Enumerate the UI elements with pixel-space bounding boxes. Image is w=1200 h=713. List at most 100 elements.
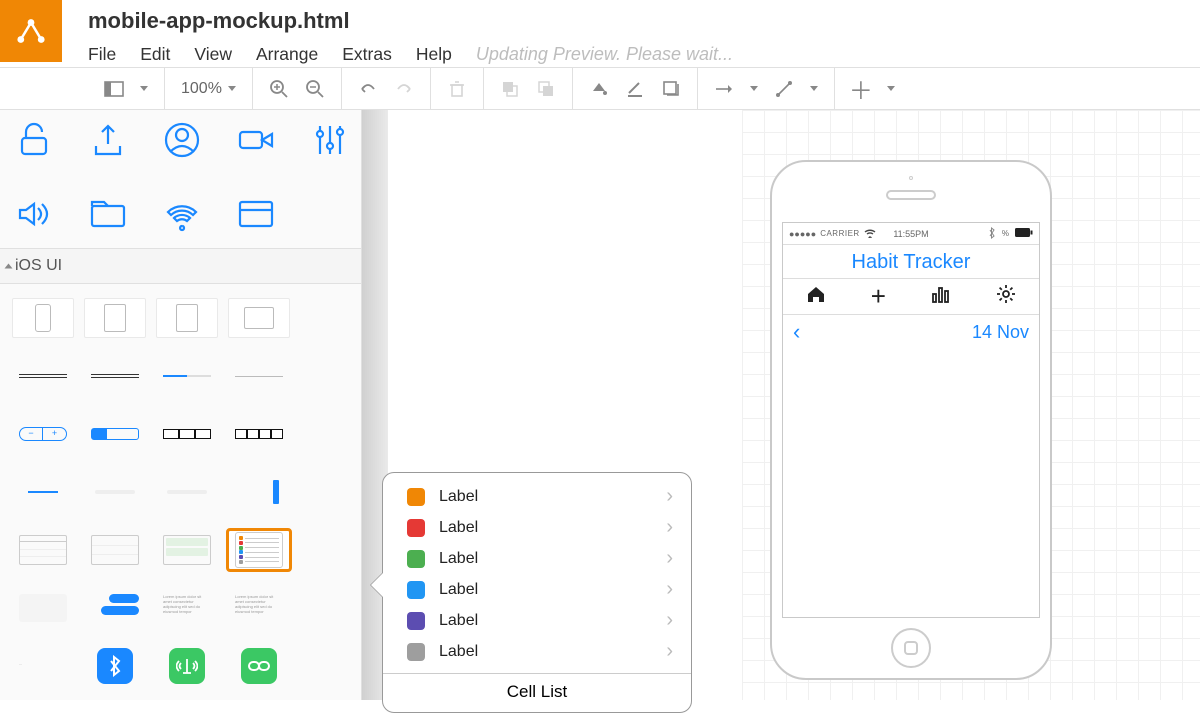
- shape-thumb[interactable]: [84, 356, 146, 396]
- cell-label: Label: [439, 643, 478, 661]
- cell-label: Label: [439, 488, 478, 506]
- shape-thumb-link[interactable]: [228, 646, 290, 686]
- menu-edit[interactable]: Edit: [140, 44, 170, 65]
- delete-icon[interactable]: [447, 79, 467, 99]
- wifi-icon[interactable]: [162, 194, 202, 234]
- list-item[interactable]: Label›: [383, 512, 691, 543]
- list-item[interactable]: Label›: [383, 543, 691, 574]
- chevron-down-icon[interactable]: [810, 86, 818, 91]
- toolbar: 100% ＋: [0, 68, 1200, 110]
- shape-thumb[interactable]: [156, 472, 218, 512]
- app-title: Habit Tracker: [783, 245, 1039, 279]
- color-swatch: [407, 581, 425, 599]
- shape-thumb[interactable]: [228, 414, 290, 454]
- lock-open-icon[interactable]: [14, 120, 54, 160]
- window-icon[interactable]: [236, 194, 276, 234]
- gear-icon[interactable]: [996, 284, 1016, 310]
- date-label[interactable]: 14 Nov: [972, 322, 1029, 343]
- shape-thumb[interactable]: [156, 414, 218, 454]
- menu-help[interactable]: Help: [416, 44, 452, 65]
- add-icon[interactable]: +: [871, 281, 886, 312]
- shape-thumb[interactable]: [84, 298, 146, 338]
- shape-thumb[interactable]: [156, 356, 218, 396]
- list-item[interactable]: Label›: [383, 636, 691, 667]
- upload-icon[interactable]: [88, 120, 128, 160]
- shape-thumb-bluetooth[interactable]: [84, 646, 146, 686]
- connection-icon[interactable]: [714, 79, 734, 99]
- menu-arrange[interactable]: Arrange: [256, 44, 318, 65]
- signal-icon: ●●●●●: [789, 229, 816, 239]
- category-header-ios-ui[interactable]: iOS UI: [0, 248, 361, 284]
- zoom-out-icon[interactable]: [305, 79, 325, 99]
- waypoint-icon[interactable]: [774, 79, 794, 99]
- shape-thumb[interactable]: [84, 414, 146, 454]
- shape-thumb[interactable]: [84, 472, 146, 512]
- chevron-left-icon[interactable]: ‹: [793, 319, 800, 345]
- iphone-mockup[interactable]: ●●●●● CARRIER 11:55PM % Habit Tracker +: [770, 160, 1052, 680]
- shape-thumb[interactable]: Lorem ipsum dolor sit amet consectetur a…: [228, 588, 290, 628]
- shape-thumb[interactable]: [156, 298, 218, 338]
- list-item[interactable]: Label›: [383, 605, 691, 636]
- shape-thumb[interactable]: [84, 588, 146, 628]
- bluetooth-icon: [988, 227, 996, 241]
- chevron-right-icon: ›: [666, 547, 673, 570]
- shape-thumb[interactable]: [12, 588, 74, 628]
- shape-thumb[interactable]: [84, 530, 146, 570]
- shape-thumb[interactable]: [12, 530, 74, 570]
- to-back-icon[interactable]: [536, 79, 556, 99]
- chevron-right-icon: ›: [666, 578, 673, 601]
- app-logo: [0, 0, 62, 62]
- list-item[interactable]: Label›: [383, 481, 691, 512]
- shape-thumb[interactable]: [12, 472, 74, 512]
- redo-icon[interactable]: [394, 79, 414, 99]
- chevron-down-icon[interactable]: [140, 86, 148, 91]
- shape-thumb[interactable]: [228, 356, 290, 396]
- zoom-value: 100%: [181, 80, 222, 98]
- sidebar-toggle-icon[interactable]: [104, 79, 124, 99]
- shape-thumb[interactable]: [12, 298, 74, 338]
- tab-bar: +: [783, 279, 1039, 315]
- chevron-down-icon[interactable]: [887, 86, 895, 91]
- category-label: iOS UI: [15, 257, 62, 275]
- shape-thumb-selected[interactable]: [228, 530, 290, 570]
- status-bar: ●●●●● CARRIER 11:55PM %: [783, 223, 1039, 245]
- triangle-down-icon: [5, 264, 13, 269]
- user-icon[interactable]: [162, 120, 202, 160]
- folder-icon[interactable]: [88, 194, 128, 234]
- cell-label: Label: [439, 612, 478, 630]
- shape-thumb[interactable]: [156, 530, 218, 570]
- shape-sidebar: iOS UI −+: [0, 110, 362, 700]
- line-color-icon[interactable]: [625, 79, 645, 99]
- add-icon[interactable]: ＋: [851, 79, 871, 99]
- menu-view[interactable]: View: [194, 44, 232, 65]
- shape-thumb[interactable]: [12, 356, 74, 396]
- volume-icon[interactable]: [14, 194, 54, 234]
- home-icon[interactable]: [806, 285, 826, 309]
- date-nav: ‹ 14 Nov: [783, 315, 1039, 349]
- file-name[interactable]: mobile-app-mockup.html: [88, 8, 733, 34]
- shape-thumb[interactable]: ...: [12, 646, 74, 686]
- menu-extras[interactable]: Extras: [342, 44, 392, 65]
- chevron-down-icon[interactable]: [750, 86, 758, 91]
- to-front-icon[interactable]: [500, 79, 520, 99]
- zoom-in-icon[interactable]: [269, 79, 289, 99]
- zoom-level[interactable]: 100%: [181, 80, 236, 98]
- list-item[interactable]: Label›: [383, 574, 691, 605]
- shape-thumb[interactable]: [228, 472, 290, 512]
- shape-thumb-broadcast[interactable]: [156, 646, 218, 686]
- video-icon[interactable]: [236, 120, 276, 160]
- shape-thumb[interactable]: −+: [12, 414, 74, 454]
- cell-label: Label: [439, 519, 478, 537]
- home-button[interactable]: [891, 628, 931, 668]
- undo-icon[interactable]: [358, 79, 378, 99]
- shadow-icon[interactable]: [661, 79, 681, 99]
- shape-thumb[interactable]: Lorem ipsum dolor sit amet consectetur a…: [156, 588, 218, 628]
- stats-icon[interactable]: [931, 285, 951, 309]
- sliders-icon[interactable]: [310, 120, 350, 160]
- color-swatch: [407, 550, 425, 568]
- shape-preview-popup[interactable]: Label› Label› Label› Label› Label› Label…: [382, 472, 692, 713]
- fill-color-icon[interactable]: [589, 79, 609, 99]
- menu-file[interactable]: File: [88, 44, 116, 65]
- canvas[interactable]: Label› Label› Label› Label› Label› Label…: [362, 110, 1200, 700]
- shape-thumb[interactable]: [228, 298, 290, 338]
